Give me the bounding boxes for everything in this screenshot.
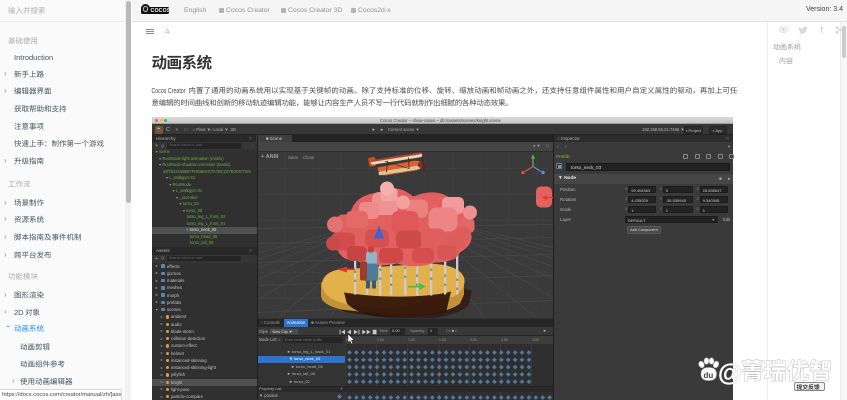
svg-text:Cocos Creator: Cocos Creator <box>152 86 186 95</box>
svg-text:f: f <box>820 25 824 35</box>
